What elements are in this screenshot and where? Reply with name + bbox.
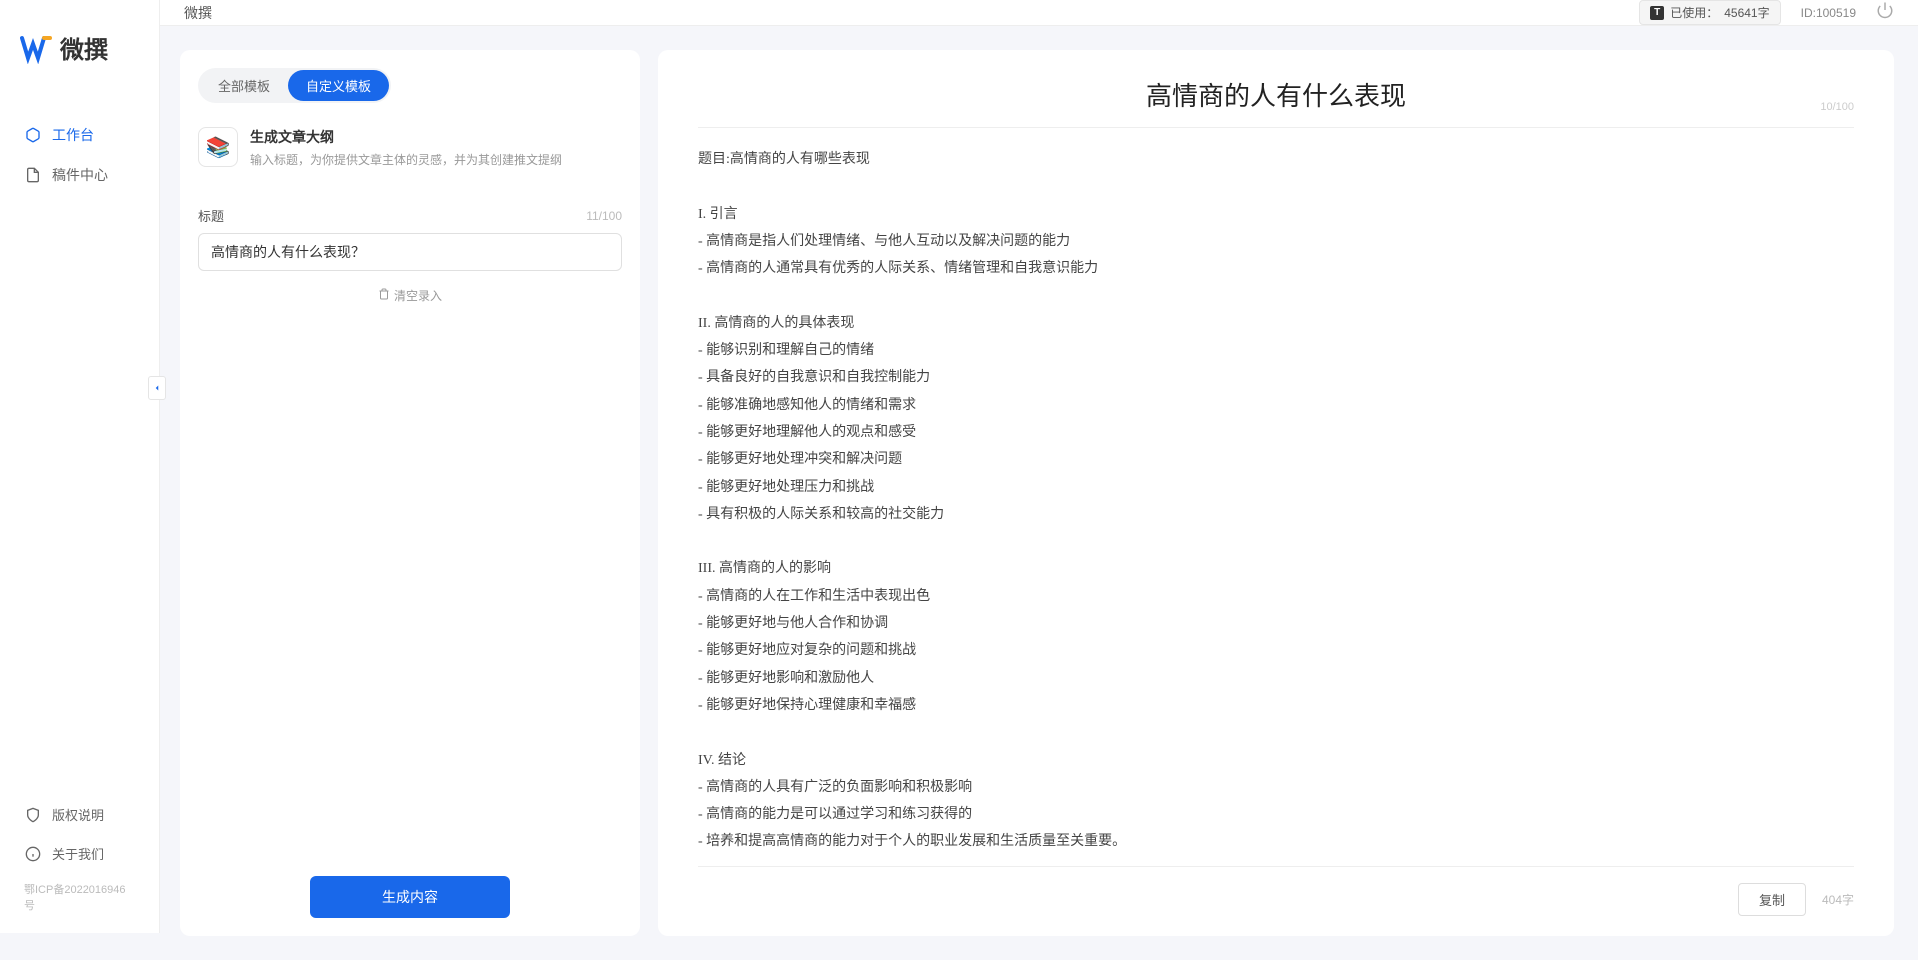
nav-item-drafts[interactable]: 稿件中心 [0,155,159,195]
output-panel: 高情商的人有什么表现 10/100 题目:高情商的人有哪些表现 I. 引言 - … [658,50,1894,936]
nav-label: 稿件中心 [52,165,108,185]
power-icon[interactable] [1876,1,1894,24]
template-title: 生成文章大纲 [250,127,622,147]
usage-prefix: 已使用： [1670,4,1718,21]
nav-item-about[interactable]: 关于我们 [0,834,159,873]
output-title-counter: 10/100 [1820,101,1854,113]
topbar-right: T 已使用： 45641字 ID:100519 [1639,0,1894,25]
books-icon: 📚 [198,127,238,167]
logo-icon [20,32,52,64]
clear-label: 清空录入 [394,287,442,304]
breadcrumb: 微撰 [184,3,212,23]
copy-button[interactable]: 复制 [1738,883,1806,916]
usage-badge: T 已使用： 45641字 [1639,0,1780,25]
shield-icon [24,806,42,824]
nav-label: 关于我们 [52,844,104,863]
usage-value: 45641字 [1724,4,1769,21]
title-field-header: 标题 11/100 [198,206,622,225]
tab-all-templates[interactable]: 全部模板 [200,70,288,101]
logo: 微撰 [0,0,159,85]
logo-text: 微撰 [60,30,108,65]
info-icon [24,845,42,863]
title-counter: 11/100 [586,209,622,223]
output-body: 题目:高情商的人有哪些表现 I. 引言 - 高情商是指人们处理情绪、与他人互动以… [698,146,1854,856]
text-icon: T [1650,6,1664,20]
nav-label: 工作台 [52,125,94,145]
title-label: 标题 [198,206,224,225]
output-title: 高情商的人有什么表现 [1146,76,1406,113]
tab-custom-templates[interactable]: 自定义模板 [288,70,389,101]
input-panel: 全部模板 自定义模板 📚 生成文章大纲 输入标题，为你提供文章主体的灵感，并为其… [180,50,640,936]
nav-item-workspace[interactable]: 工作台 [0,115,159,155]
icp-text: 鄂ICP备2022016946号 [0,873,159,923]
template-tabs: 全部模板 自定义模板 [198,68,391,103]
trash-icon [378,288,390,303]
template-info: 生成文章大纲 输入标题，为你提供文章主体的灵感，并为其创建推文提纲 [250,127,622,168]
topbar: 微撰 T 已使用： 45641字 ID:100519 [160,0,1918,26]
cube-icon [24,126,42,144]
nav-main: 工作台 稿件中心 [0,85,159,795]
document-icon [24,166,42,184]
word-count: 404字 [1822,891,1854,908]
sidebar-collapse-button[interactable] [148,376,166,400]
sidebar: 微撰 工作台 稿件中心 版权说明 关于我们 鄂ICP备2022016946号 [0,0,160,933]
template-desc: 输入标题，为你提供文章主体的灵感，并为其创建推文提纲 [250,151,622,168]
user-id: ID:100519 [1801,6,1856,20]
output-footer: 复制 404字 [698,866,1854,916]
template-card: 📚 生成文章大纲 输入标题，为你提供文章主体的灵感，并为其创建推文提纲 [198,121,622,184]
content: 全部模板 自定义模板 📚 生成文章大纲 输入标题，为你提供文章主体的灵感，并为其… [160,26,1918,960]
title-input[interactable] [198,233,622,271]
main-area: 微撰 T 已使用： 45641字 ID:100519 全部模板 自定义模板 📚 [160,0,1918,933]
output-title-row: 高情商的人有什么表现 10/100 [698,76,1854,128]
nav-item-copyright[interactable]: 版权说明 [0,795,159,834]
nav-bottom: 版权说明 关于我们 鄂ICP备2022016946号 [0,795,159,933]
generate-button[interactable]: 生成内容 [310,876,510,918]
nav-label: 版权说明 [52,805,104,824]
clear-input-button[interactable]: 清空录入 [198,287,622,304]
